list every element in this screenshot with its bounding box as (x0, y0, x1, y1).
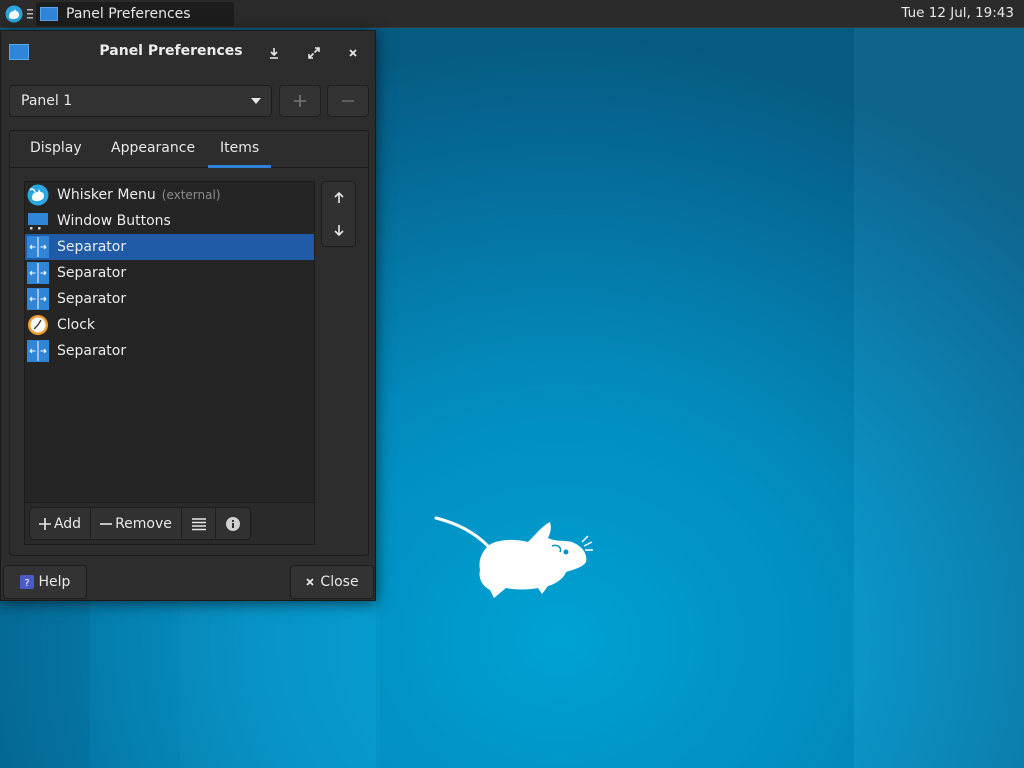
add-item-button[interactable]: Add (30, 508, 91, 539)
list-item[interactable]: Window Buttons (25, 208, 314, 234)
window-icon (9, 44, 29, 60)
tab-display[interactable]: Display (18, 140, 94, 168)
help-icon: ? (19, 575, 34, 589)
maximize-button[interactable] (302, 41, 326, 65)
list-toolbar-buttons: Add Remove (29, 507, 251, 540)
minimize-button[interactable] (262, 41, 286, 65)
preferences-notebook: Display Appearance Items Whisker Menu (e… (9, 130, 369, 556)
move-down-button[interactable] (322, 214, 355, 246)
item-label: Clock (57, 317, 96, 333)
whisker-menu-icon (27, 184, 49, 206)
list-item-selected[interactable]: Separator (25, 234, 314, 260)
item-preferences-button[interactable] (182, 508, 216, 539)
close-window-button[interactable] (341, 41, 365, 65)
download-icon (270, 48, 278, 59)
window-menu-icon[interactable] (26, 8, 34, 20)
task-label: Panel Preferences (66, 6, 191, 22)
item-label: Separator (57, 239, 127, 255)
close-icon (349, 49, 357, 57)
item-label: Separator (57, 291, 127, 307)
separator-icon (27, 262, 49, 284)
list-item[interactable]: Whisker Menu (external) (25, 182, 314, 208)
window-icon (40, 7, 58, 21)
top-panel: Panel Preferences Tue 12 Jul, 19:43 (0, 0, 1024, 28)
help-button[interactable]: ? Help (3, 565, 87, 599)
close-icon (306, 578, 315, 586)
info-icon (226, 516, 240, 531)
move-buttons (321, 181, 356, 247)
whisker-menu-button[interactable] (4, 4, 24, 24)
panel-select-value: Panel 1 (21, 93, 73, 109)
chevron-down-icon (251, 98, 261, 104)
item-label: Separator (57, 343, 127, 359)
move-up-button[interactable] (322, 182, 355, 214)
arrow-down-icon (333, 225, 344, 236)
xfce-mouse-logo (434, 516, 593, 598)
add-panel-button[interactable] (279, 85, 321, 117)
close-button[interactable]: Close (290, 565, 374, 599)
taskbar-task-panel-preferences[interactable]: Panel Preferences (36, 2, 234, 26)
clock[interactable]: Tue 12 Jul, 19:43 (901, 5, 1014, 21)
item-label: Window Buttons (57, 213, 171, 229)
item-extra: (external) (161, 188, 221, 202)
panel-preferences-window: Panel Preferences Panel 1 Display Appear… (0, 30, 376, 601)
window-title: Panel Preferences (99, 43, 243, 59)
titlebar[interactable]: Panel Preferences (1, 31, 375, 75)
minus-icon (342, 100, 354, 102)
plus-icon (294, 95, 306, 107)
window-buttons-icon (28, 213, 48, 230)
separator-icon (27, 340, 49, 362)
help-label: Help (38, 574, 71, 590)
separator-icon (27, 236, 49, 258)
remove-item-button[interactable]: Remove (91, 508, 182, 539)
list-toolbar: Add Remove (24, 503, 315, 545)
list-icon (191, 517, 206, 530)
add-item-label: Add (53, 515, 82, 532)
svg-text:?: ? (24, 578, 29, 589)
list-item[interactable]: Clock (25, 312, 314, 338)
items-list[interactable]: Whisker Menu (external) Window Buttons S… (24, 181, 315, 503)
remove-item-label: Remove (115, 515, 172, 532)
list-item[interactable]: Separator (25, 286, 314, 312)
panel-select[interactable]: Panel 1 (9, 85, 272, 117)
list-item[interactable]: Separator (25, 338, 314, 364)
list-item[interactable]: Separator (25, 260, 314, 286)
close-label: Close (320, 574, 359, 590)
remove-panel-button[interactable] (327, 85, 369, 117)
item-label: Whisker Menu (57, 187, 156, 203)
clock-icon (28, 315, 48, 335)
item-about-button[interactable] (216, 508, 250, 539)
arrow-up-icon (333, 192, 344, 203)
plus-icon (38, 517, 51, 530)
separator-icon (27, 288, 49, 310)
tab-items[interactable]: Items (208, 140, 272, 168)
whisker-menu-icon (5, 5, 23, 23)
tab-appearance[interactable]: Appearance (99, 140, 207, 168)
item-label: Separator (57, 265, 127, 281)
maximize-icon (308, 47, 320, 59)
tab-bar: Display Appearance Items (10, 131, 368, 168)
minus-icon (100, 522, 113, 525)
